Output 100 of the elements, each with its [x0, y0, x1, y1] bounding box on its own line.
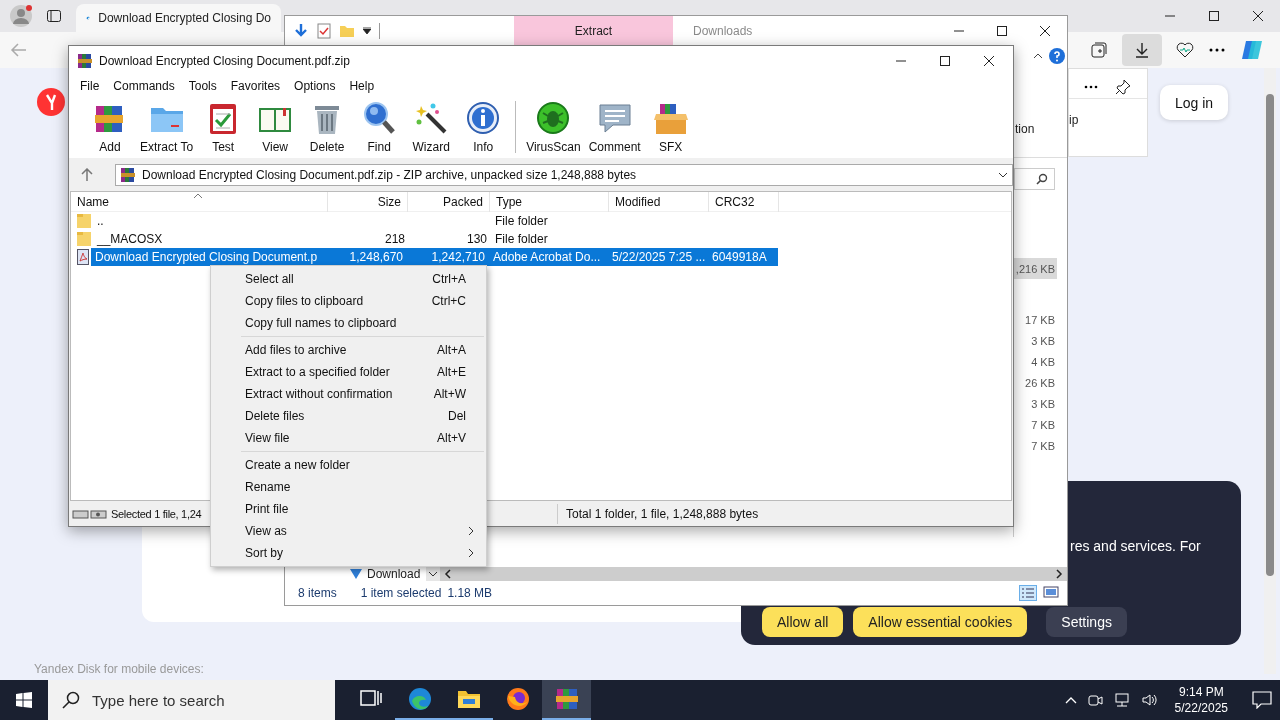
scrollbar[interactable]: [1264, 68, 1276, 674]
file-size: 3 KB: [1030, 396, 1056, 412]
yandex-logo-icon[interactable]: [37, 88, 65, 116]
menu-item[interactable]: Tools: [181, 79, 224, 93]
scroll-left-icon[interactable]: [444, 569, 452, 579]
close-icon[interactable]: [983, 55, 995, 67]
menu-item[interactable]: Extract to a specified folder Alt+E: [211, 361, 486, 383]
pin-icon[interactable]: [1115, 78, 1131, 95]
toolbar-button[interactable]: Wizard: [405, 98, 458, 156]
status-text: Selected 1 file, 1,24: [111, 507, 202, 520]
menu-item[interactable]: View file Alt+V: [211, 427, 486, 449]
windows-logo-icon: [16, 692, 32, 708]
bug-icon: [535, 100, 572, 136]
selected-row[interactable]: Download Encrypted Closing Document.p 1,248,670 1,242,710 Adobe Acrobat Do... 5/22/2025 7:25 ... 6049918A: [91, 248, 778, 266]
maximize-icon[interactable]: [1208, 10, 1220, 22]
toolbar-button[interactable]: Extract To: [136, 98, 198, 156]
cookie-notice-text: res and services. For: [1070, 538, 1202, 556]
menu-item[interactable]: Commands: [106, 79, 182, 93]
toolbar-button[interactable]: SFX: [644, 98, 697, 156]
up-arrow-icon[interactable]: [81, 167, 93, 182]
menu-item[interactable]: Create a new folder: [211, 454, 486, 476]
meet-icon[interactable]: [1086, 692, 1103, 708]
maximize-icon[interactable]: [996, 25, 1008, 37]
folder-icon: [77, 213, 91, 229]
close-icon[interactable]: [1252, 10, 1264, 22]
item-count: 8 items: [298, 586, 337, 600]
menu-item[interactable]: Favorites: [223, 79, 288, 93]
column-header[interactable]: CRC32: [709, 192, 779, 212]
settings-button[interactable]: Settings: [1046, 607, 1127, 637]
allow-cookies-button[interactable]: Allow essential cookies: [853, 607, 1028, 637]
file-size: 4 KB: [1030, 354, 1056, 370]
toolbar-button[interactable]: Comment: [584, 98, 645, 156]
login-button[interactable]: Log in: [1160, 85, 1228, 120]
toolbar-button[interactable]: VirusScan: [522, 98, 585, 156]
search-field[interactable]: [1014, 168, 1055, 190]
menu-item[interactable]: Sort by: [211, 542, 486, 564]
column-header[interactable]: Type: [490, 192, 609, 212]
maximize-icon[interactable]: [939, 55, 951, 67]
table-cell-text: 130: [465, 232, 488, 246]
column-header[interactable]: Name: [71, 192, 328, 212]
close-icon[interactable]: [1039, 25, 1051, 37]
allow-cookies-button[interactable]: Allow all: [762, 607, 844, 637]
toolbar-button[interactable]: Add: [84, 98, 136, 156]
column-header[interactable]: Packed: [408, 192, 490, 212]
horizontal-scrollbar[interactable]: [440, 567, 1067, 581]
menu-item[interactable]: Extract without confirmation Alt+W: [211, 383, 486, 405]
details-view-icon[interactable]: [1019, 585, 1037, 601]
table-cell-text: File folder: [494, 232, 549, 246]
download-arrow-icon[interactable]: [293, 23, 309, 39]
volume-icon[interactable]: [1140, 692, 1159, 708]
menu-item[interactable]: File: [73, 79, 107, 93]
menu-item[interactable]: Rename: [211, 476, 486, 498]
dropdown-caret-icon[interactable]: [998, 171, 1008, 178]
thumbnails-view-icon[interactable]: [1043, 585, 1059, 599]
path-field[interactable]: Download Encrypted Closing Document.pdf.zip - ZIP archive, unpacked size 1,248,888 bytes: [115, 163, 1013, 186]
table-cell-text: 5/22/2025 7:25 ...: [611, 250, 707, 264]
toolbar-button[interactable]: Delete: [301, 98, 354, 156]
profile-icon[interactable]: [10, 5, 32, 27]
heart-pulse-icon[interactable]: [1176, 41, 1194, 59]
scroll-right-icon[interactable]: [1055, 569, 1063, 579]
menu-item[interactable]: View as: [211, 520, 486, 542]
search-field[interactable]: Type here to search: [48, 680, 335, 720]
file-size: ,216 KB: [1014, 258, 1057, 279]
archive-icon: [553, 686, 580, 712]
file-size: 7 KB: [1030, 438, 1056, 454]
clock[interactable]: 9:14 PM 5/22/2025: [1174, 685, 1228, 715]
toolbar-button[interactable]: View: [249, 98, 302, 156]
ribbon-tab[interactable]: Extract: [514, 16, 673, 46]
column-header[interactable]: Size: [328, 192, 408, 212]
download-icon: [1133, 41, 1151, 59]
copilot-icon[interactable]: [1240, 38, 1264, 62]
toolbar-button[interactable]: Find: [353, 98, 406, 156]
selection-status: 1 item selected: [360, 586, 442, 600]
menu-item[interactable]: Delete files Del: [211, 405, 486, 427]
menu-item[interactable]: Print file: [211, 498, 486, 520]
chevron-down-icon[interactable]: [426, 567, 440, 581]
notification-icon[interactable]: [1252, 691, 1272, 709]
tab-actions-icon[interactable]: [46, 8, 62, 24]
menu-item[interactable]: Copy files to clipboard Ctrl+C: [211, 290, 486, 312]
toolbar-button[interactable]: Info: [457, 98, 510, 156]
ribbon-tab[interactable]: Downloads: [681, 16, 753, 46]
collections-icon[interactable]: [1090, 41, 1108, 59]
menu-item[interactable]: Add files to archive Alt+A: [211, 339, 486, 361]
downloads-button[interactable]: [1122, 34, 1162, 66]
collapse-ribbon-icon[interactable]: [1033, 52, 1043, 60]
column-header[interactable]: Modified: [609, 192, 709, 212]
properties-icon[interactable]: [317, 23, 331, 39]
downloads-folder-entry[interactable]: Download: [349, 567, 426, 581]
dropdown-caret-icon[interactable]: [363, 27, 371, 35]
browser-tab[interactable]: Download Encrypted Closing Do: [76, 4, 281, 32]
menu-item[interactable]: Help: [342, 79, 382, 93]
menu-item[interactable]: Options: [287, 79, 343, 93]
ribbon-label[interactable]: tion: [1015, 122, 1035, 136]
network-icon[interactable]: [1112, 692, 1131, 708]
table-cell-text: 1,242,710: [430, 250, 486, 264]
toolbar-button[interactable]: Test: [197, 98, 250, 156]
menu-item[interactable]: Copy full names to clipboard: [211, 312, 486, 334]
help-icon[interactable]: [1049, 48, 1065, 64]
menu-item[interactable]: Select all Ctrl+A: [211, 268, 486, 290]
chevron-up-icon[interactable]: [1064, 696, 1077, 704]
